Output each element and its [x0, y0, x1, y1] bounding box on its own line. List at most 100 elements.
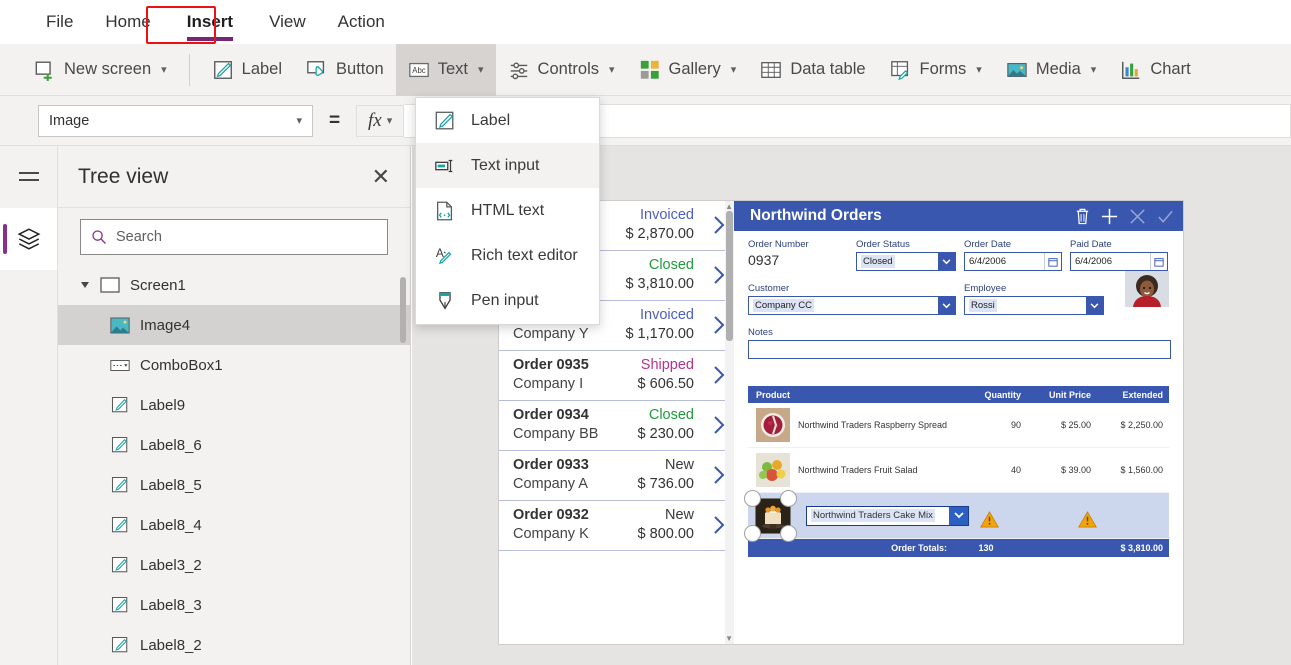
- dropdown-item-rich-text-editor[interactable]: A Rich text editor: [416, 233, 599, 278]
- notes-input[interactable]: [748, 340, 1171, 359]
- ribbon-label-text: Forms: [920, 60, 967, 79]
- resize-handle-top-right[interactable]: [780, 490, 797, 507]
- dropdown-item-label[interactable]: Label: [416, 98, 599, 143]
- label-icon: [110, 636, 130, 654]
- gallery-row[interactable]: Order 0934 Company BB Closed $ 230.00: [499, 401, 734, 451]
- menu-tab-home[interactable]: Home: [89, 8, 166, 36]
- fruit-salad-image: [756, 453, 790, 487]
- menu-tab-file[interactable]: File: [30, 8, 89, 36]
- gallery-company: Company A: [513, 476, 589, 492]
- chevron-right-icon[interactable]: [712, 514, 726, 536]
- tree-item-label8-5[interactable]: Label8_5: [58, 465, 410, 505]
- chevron-right-icon[interactable]: [712, 364, 726, 386]
- add-icon[interactable]: [1100, 207, 1119, 226]
- gallery-row[interactable]: Order 0932 Company K New $ 800.00: [499, 501, 734, 551]
- chevron-right-icon[interactable]: [712, 464, 726, 486]
- tree-item-label8-4[interactable]: Label8_4: [58, 505, 410, 545]
- calendar-icon[interactable]: [1150, 253, 1167, 270]
- product-thumbnail: [756, 408, 790, 442]
- resize-handle-bottom-right[interactable]: [780, 525, 797, 542]
- menu-tab-insert[interactable]: Insert: [171, 8, 249, 36]
- search-input[interactable]: Search: [80, 219, 388, 255]
- gallery-scrollbar[interactable]: ▲ ▼: [725, 201, 734, 644]
- fx-button[interactable]: fx ▾: [356, 105, 404, 137]
- power-apps-studio: File Home Insert View Action New screen …: [0, 0, 1291, 665]
- tree-view-rail-button[interactable]: [0, 208, 57, 270]
- chevron-down-icon[interactable]: [949, 507, 968, 525]
- tree-item-label3-2[interactable]: Label3_2: [58, 545, 410, 585]
- trash-icon[interactable]: [1074, 207, 1091, 225]
- tree-item-label8-3[interactable]: Label8_3: [58, 585, 410, 625]
- menu-tab-label: Action: [338, 12, 385, 31]
- tree-item-label9[interactable]: Label9: [58, 385, 410, 425]
- menu-tab-action[interactable]: Action: [322, 8, 401, 36]
- warning-icon[interactable]: [1078, 511, 1097, 528]
- insert-ribbon: New screen ▾ Label Button Abc Text ▾: [0, 44, 1291, 96]
- product-row[interactable]: Northwind Traders Raspberry Spread 90 $ …: [748, 403, 1169, 448]
- employee-dropdown[interactable]: Rossi: [964, 296, 1104, 315]
- calendar-icon[interactable]: [1044, 253, 1061, 270]
- tree-item-combobox1[interactable]: ComboBox1: [58, 345, 410, 385]
- chevron-down-icon[interactable]: [1086, 297, 1103, 314]
- tree-item-label8-2[interactable]: Label8_2: [58, 625, 410, 665]
- ribbon-new-screen[interactable]: New screen ▾: [22, 44, 179, 96]
- scroll-up-icon[interactable]: ▲: [725, 202, 733, 211]
- order-status-dropdown[interactable]: Closed: [856, 252, 956, 271]
- hamburger-menu-button[interactable]: [0, 146, 57, 208]
- resize-handle-bottom-left[interactable]: [744, 525, 761, 542]
- ribbon-controls[interactable]: Controls ▾: [496, 44, 627, 96]
- product-extended: $ 2,250.00: [1091, 420, 1169, 430]
- pen-input-icon: [434, 290, 456, 312]
- confirm-icon[interactable]: [1156, 207, 1175, 226]
- gallery-scrollbar-thumb[interactable]: [726, 211, 733, 341]
- tree-scrollbar-thumb[interactable]: [400, 277, 406, 343]
- tree-item-image4[interactable]: Image4: [58, 305, 410, 345]
- layers-icon: [16, 226, 42, 252]
- ribbon-label: New screen: [64, 60, 151, 79]
- tree-item-label: Label8_2: [140, 637, 202, 654]
- customer-dropdown[interactable]: Company CC: [748, 296, 956, 315]
- product-row-selected[interactable]: Northwind Traders Cake Mix: [748, 493, 1169, 539]
- chevron-right-icon[interactable]: [712, 264, 726, 286]
- paid-date-input[interactable]: 6/4/2006: [1070, 252, 1168, 271]
- dropdown-item-pen-input[interactable]: Pen input: [416, 278, 599, 323]
- dropdown-item-text-input[interactable]: Text input: [416, 143, 599, 188]
- close-icon[interactable]: ✕: [372, 166, 390, 188]
- ribbon-forms[interactable]: Forms ▾: [878, 44, 994, 96]
- menu-tab-view[interactable]: View: [253, 8, 322, 36]
- gallery-status: New: [665, 507, 694, 523]
- ribbon-label[interactable]: Label: [200, 44, 294, 96]
- ribbon-media[interactable]: Media ▾: [994, 44, 1108, 96]
- chevron-down-icon[interactable]: [938, 297, 955, 314]
- gallery-company: Company BB: [513, 426, 598, 442]
- chevron-right-icon[interactable]: [712, 214, 726, 236]
- tree-item-label8-6[interactable]: Label8_6: [58, 425, 410, 465]
- product-row[interactable]: Northwind Traders Fruit Salad 40 $ 39.00…: [748, 448, 1169, 493]
- gallery-company: Company K: [513, 526, 589, 542]
- tree-item-screen1[interactable]: Screen1: [58, 265, 410, 305]
- ribbon-data-table[interactable]: Data table: [748, 44, 877, 96]
- ribbon-chart[interactable]: Chart: [1108, 44, 1202, 96]
- ribbon-gallery[interactable]: Gallery ▾: [627, 44, 749, 96]
- column-header-extended: Extended: [1091, 390, 1169, 400]
- ribbon-text[interactable]: Abc Text ▾: [396, 44, 496, 96]
- image-icon: [110, 317, 130, 334]
- gallery-row[interactable]: Order 0933 Company A New $ 736.00: [499, 451, 734, 501]
- chevron-right-icon[interactable]: [712, 314, 726, 336]
- tree-item-list: Screen1 Image4 ComboBox1: [58, 265, 410, 665]
- product-dropdown-selected[interactable]: Northwind Traders Cake Mix: [806, 506, 969, 526]
- dropdown-item-html-text[interactable]: HTML text: [416, 188, 599, 233]
- ribbon-button[interactable]: Button: [294, 44, 396, 96]
- ribbon-label-text: Label: [242, 60, 282, 79]
- column-header-quantity: Quantity: [951, 390, 1021, 400]
- order-date-input[interactable]: 6/4/2006: [964, 252, 1062, 271]
- scroll-down-icon[interactable]: ▼: [725, 634, 733, 643]
- property-select[interactable]: Image ▾: [38, 105, 313, 137]
- chevron-down-icon[interactable]: [938, 253, 955, 270]
- warning-icon[interactable]: [980, 511, 999, 528]
- gallery-row[interactable]: Order 0935 Company I Shipped $ 606.50: [499, 351, 734, 401]
- chevron-expand-icon[interactable]: [81, 282, 89, 288]
- chevron-right-icon[interactable]: [712, 414, 726, 436]
- resize-handle-top-left[interactable]: [744, 490, 761, 507]
- cancel-icon[interactable]: [1128, 207, 1147, 226]
